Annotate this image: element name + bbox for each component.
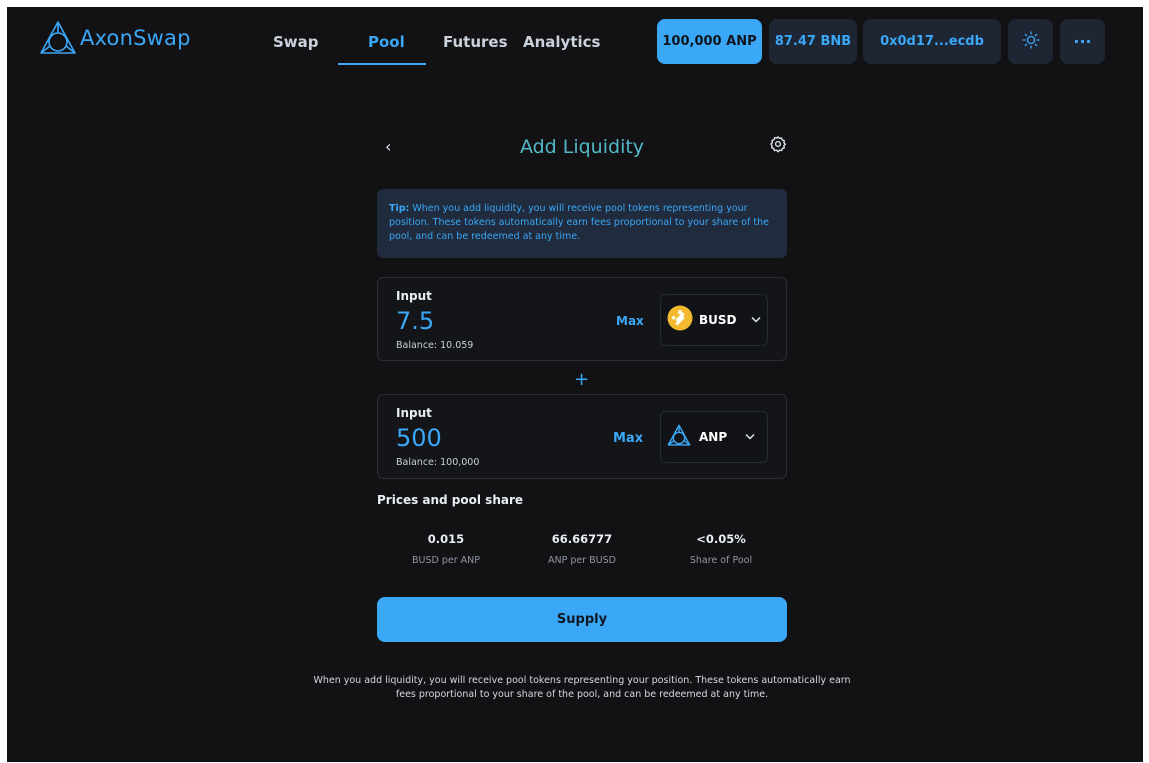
- chevron-down-icon: [745, 432, 755, 443]
- prices-title: Prices and pool share: [377, 493, 524, 507]
- input-label: Input: [396, 406, 432, 420]
- stat-value: <0.05%: [696, 532, 746, 546]
- brand-name: AxonSwap: [80, 26, 191, 50]
- more-dots-icon: ···: [1073, 32, 1092, 51]
- balance-text: Balance: 10.059: [396, 340, 474, 351]
- max-button[interactable]: Max: [613, 431, 643, 446]
- amount-input[interactable]: [396, 424, 576, 452]
- tip-text: When you add liquidity, you will receive…: [389, 203, 769, 242]
- busd-icon: [667, 305, 693, 335]
- anp-balance-button[interactable]: 100,000 ANP: [657, 19, 762, 64]
- nav-futures[interactable]: Futures: [443, 33, 508, 51]
- anp-icon: [667, 424, 691, 451]
- token-input-anp: Input Balance: 100,000 Max ANP: [377, 394, 787, 479]
- card-header: ‹ Add Liquidity: [377, 127, 787, 167]
- active-tab-indicator: [338, 63, 426, 65]
- stat-busd-per-anp: 0.015 BUSD per ANP: [376, 532, 516, 566]
- token-input-busd: Input Balance: 10.059 Max BUSD: [377, 277, 787, 361]
- tip-label: Tip:: [389, 203, 410, 214]
- app-window: AxonSwap Swap Pool Futures Analytics 100…: [7, 7, 1143, 762]
- chevron-down-icon: [750, 315, 761, 326]
- page-title: Add Liquidity: [519, 136, 645, 158]
- stat-label: BUSD per ANP: [412, 555, 480, 566]
- token-name: BUSD: [699, 313, 737, 327]
- bnb-balance-button[interactable]: 87.47 BNB: [769, 19, 857, 64]
- stat-anp-per-busd: 66.66777 ANP per BUSD: [512, 532, 652, 566]
- max-button[interactable]: Max: [616, 314, 644, 328]
- theme-toggle-button[interactable]: [1008, 19, 1053, 64]
- footnote-text: When you add liquidity, you will receive…: [313, 675, 851, 700]
- token-name: ANP: [699, 430, 728, 444]
- axon-logo-icon: [39, 20, 77, 56]
- stat-label: ANP per BUSD: [548, 555, 616, 566]
- stat-value: 0.015: [427, 532, 465, 546]
- token-select-anp[interactable]: ANP: [660, 411, 768, 463]
- sun-icon: [1021, 30, 1040, 53]
- tip-box: Tip: When you add liquidity, you will re…: [377, 189, 787, 258]
- balance-text: Balance: 100,000: [396, 457, 480, 468]
- stat-share-of-pool: <0.05% Share of Pool: [651, 532, 791, 566]
- input-label: Input: [396, 289, 432, 303]
- stat-value: 66.66777: [551, 532, 613, 546]
- wallet-address-button[interactable]: 0x0d17...ecdb: [863, 19, 1001, 64]
- supply-button[interactable]: Supply: [377, 597, 787, 642]
- plus-icon: +: [574, 369, 590, 390]
- more-menu-button[interactable]: ···: [1060, 19, 1105, 64]
- brand-logo[interactable]: AxonSwap: [39, 20, 191, 56]
- nav-swap[interactable]: Swap: [273, 33, 319, 51]
- token-select-busd[interactable]: BUSD: [660, 294, 768, 346]
- nav-analytics[interactable]: Analytics: [523, 33, 600, 51]
- nav-pool[interactable]: Pool: [368, 33, 405, 51]
- gear-icon[interactable]: [769, 135, 787, 157]
- amount-input[interactable]: [396, 307, 576, 335]
- stat-label: Share of Pool: [689, 555, 753, 566]
